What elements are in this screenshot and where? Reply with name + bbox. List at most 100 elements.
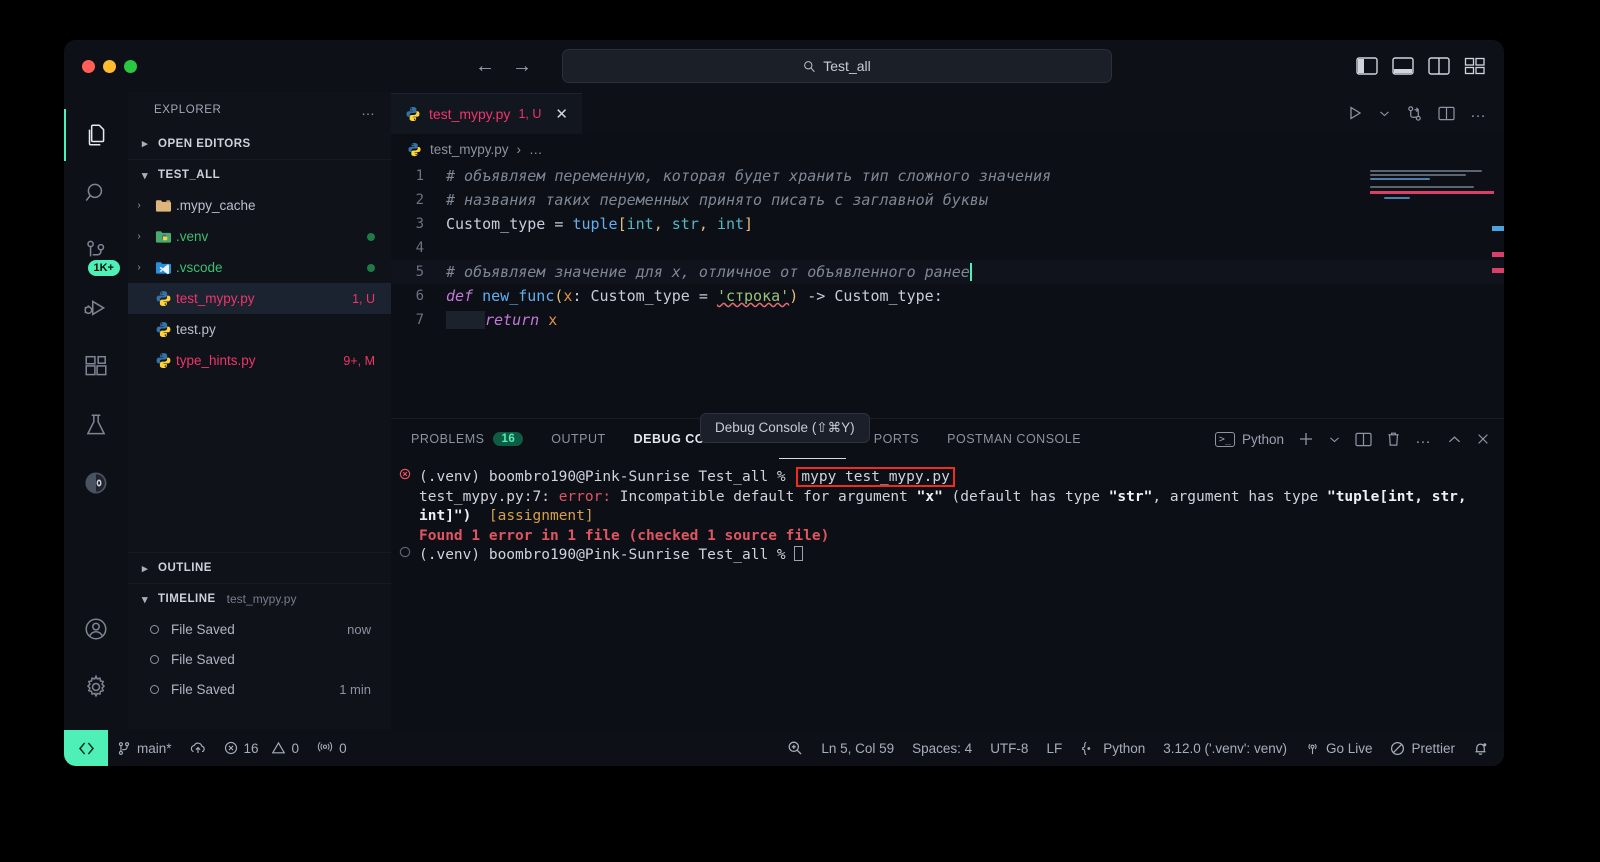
status-ports[interactable]: 0	[308, 730, 356, 766]
terminal-text: (.venv) boombro190@Pink-Sunrise Test_all…	[419, 547, 794, 563]
kill-terminal-icon[interactable]	[1386, 431, 1401, 447]
status-interpreter[interactable]: 3.12.0 ('.venv': venv)	[1154, 730, 1296, 766]
activity-item-extensions[interactable]	[64, 338, 128, 396]
file-name: .venv	[176, 229, 367, 244]
code-token: # объявляем значение для x, отличное от …	[446, 263, 970, 281]
terminal-output[interactable]: (.venv) boombro190@Pink-Sunrise Test_all…	[391, 459, 1504, 730]
breadcrumb-file[interactable]: test_mypy.py	[430, 142, 509, 157]
close-window-button[interactable]	[82, 60, 95, 73]
status-problems[interactable]: 16 0	[215, 730, 309, 766]
go-back-icon[interactable]: ←	[475, 56, 495, 76]
timeline-file: test_mypy.py	[227, 592, 297, 606]
timeline-entry[interactable]: File Saved	[128, 644, 391, 674]
python-file-icon	[150, 290, 176, 307]
sidebar-section-open-editors[interactable]: ▸ OPEN EDITORS	[128, 128, 391, 159]
sidebar-section-test-all[interactable]: ▾ TEST_ALL	[128, 159, 391, 190]
file-tree-item-mypy-cache[interactable]: › .mypy_cache	[128, 190, 391, 221]
file-tree-item-test-py[interactable]: test.py	[128, 314, 391, 345]
command-center-search[interactable]: Test_all	[562, 49, 1112, 83]
code-line: 4	[391, 236, 1504, 260]
code-editor[interactable]: 1# объявляем переменную, которая будет х…	[391, 164, 1504, 418]
close-icon[interactable]: ✕	[555, 105, 568, 123]
toggle-primary-sidebar-icon[interactable]	[1356, 57, 1378, 75]
file-name: test.py	[176, 322, 375, 337]
activity-item-run-and-debug[interactable]	[64, 280, 128, 338]
more-actions-icon[interactable]: …	[1470, 104, 1488, 122]
active-terminal-selector[interactable]: >_ Python	[1215, 432, 1284, 447]
activity-item-search[interactable]	[64, 164, 128, 222]
pieces-icon	[82, 469, 110, 497]
file-tree-item-venv[interactable]: › .venv	[128, 221, 391, 252]
status-notifications[interactable]	[1464, 730, 1504, 766]
remote-window-indicator[interactable]	[64, 730, 108, 766]
timeline-entry-time: 1 min	[339, 682, 371, 697]
status-branch[interactable]: main*	[108, 730, 181, 766]
line-content: def new_func(x: Custom_type = 'строка') …	[446, 287, 943, 305]
debug-console-tooltip: Debug Console (⇧⌘Y)	[700, 413, 870, 443]
sidebar-more-icon[interactable]: …	[361, 102, 377, 118]
status-zoom[interactable]	[778, 730, 812, 766]
panel-tab-ports[interactable]: PORTS	[874, 419, 919, 459]
status-cursor-position[interactable]: Ln 5, Col 59	[812, 730, 903, 766]
activity-item-pieces[interactable]	[64, 454, 128, 512]
code-token: def	[446, 287, 482, 305]
activity-item-explorer[interactable]	[64, 106, 128, 164]
activity-item-accounts[interactable]	[64, 600, 128, 658]
line-content: # объявляем переменную, которая будет хр…	[446, 167, 1051, 185]
sidebar-section-outline[interactable]: ▸ OUTLINE	[128, 552, 391, 583]
activity-item-settings[interactable]	[64, 658, 128, 716]
indentation-label: Spaces: 4	[912, 741, 972, 756]
editor-minimap[interactable]	[1370, 170, 1490, 290]
breadcrumb-rest[interactable]: …	[529, 142, 543, 157]
sidebar-section-timeline[interactable]: ▾ TIMELINE test_mypy.py	[128, 583, 391, 614]
new-terminal-icon[interactable]	[1298, 431, 1314, 447]
panel-tab-postman-console[interactable]: POSTMAN CONSOLE	[947, 419, 1081, 459]
minimize-window-button[interactable]	[103, 60, 116, 73]
code-token: :	[572, 287, 590, 305]
warning-icon	[271, 741, 286, 755]
timeline-entry[interactable]: File Saved 1 min	[128, 674, 391, 704]
maximize-window-button[interactable]	[124, 60, 137, 73]
go-forward-icon[interactable]: →	[512, 56, 532, 76]
code-token: ,	[654, 215, 672, 233]
radio-tower-icon	[317, 741, 333, 756]
status-language-mode[interactable]: Python	[1071, 730, 1154, 766]
panel-tab-output[interactable]: OUTPUT	[551, 419, 605, 459]
split-editor-icon[interactable]	[1438, 106, 1455, 121]
close-panel-icon[interactable]	[1476, 432, 1490, 446]
editor-overview-ruler[interactable]	[1492, 164, 1504, 418]
file-tree-item-test-mypy-py[interactable]: test_mypy.py 1, U	[128, 283, 391, 314]
maximize-panel-icon[interactable]	[1447, 433, 1462, 446]
status-eol[interactable]: LF	[1037, 730, 1071, 766]
toggle-panel-icon[interactable]	[1392, 57, 1414, 75]
activity-item-source-control[interactable]: 1K+	[64, 222, 128, 280]
code-token: return	[485, 311, 548, 329]
status-go-live[interactable]: Go Live	[1296, 730, 1382, 766]
status-prettier[interactable]: Prettier	[1381, 730, 1464, 766]
chevron-down-icon[interactable]	[1328, 433, 1341, 446]
run-python-file-icon[interactable]	[1347, 105, 1363, 121]
activity-item-testing[interactable]	[64, 396, 128, 454]
toggle-secondary-sidebar-icon[interactable]	[1428, 57, 1450, 75]
code-token: x	[548, 311, 557, 329]
editor-tab-test-mypy-py[interactable]: test_mypy.py 1, U ✕	[391, 92, 582, 134]
timeline-entry[interactable]: File Saved now	[128, 614, 391, 644]
status-sync[interactable]	[181, 730, 215, 766]
more-actions-icon[interactable]: …	[1415, 430, 1433, 448]
file-tree-item-type-hints-py[interactable]: type_hints.py 9+, M	[128, 345, 391, 376]
editor-tab-bar: test_mypy.py 1, U ✕	[391, 92, 1504, 134]
source-control-graph-icon[interactable]	[1406, 105, 1423, 122]
status-encoding[interactable]: UTF-8	[981, 730, 1037, 766]
window-traffic-lights	[82, 60, 137, 73]
search-icon	[83, 180, 109, 206]
split-terminal-icon[interactable]	[1355, 432, 1372, 447]
panel-tab-label: POSTMAN CONSOLE	[947, 432, 1081, 446]
panel-tab-problems[interactable]: PROBLEMS 16	[411, 419, 523, 459]
file-tree-item-vscode[interactable]: › .vscode	[128, 252, 391, 283]
chevron-down-icon[interactable]	[1378, 107, 1391, 120]
customize-layout-icon[interactable]	[1464, 57, 1486, 75]
ports-count: 0	[339, 741, 347, 756]
account-icon	[83, 616, 109, 642]
status-indentation[interactable]: Spaces: 4	[903, 730, 981, 766]
terminal-text: , argument has type	[1152, 489, 1327, 505]
